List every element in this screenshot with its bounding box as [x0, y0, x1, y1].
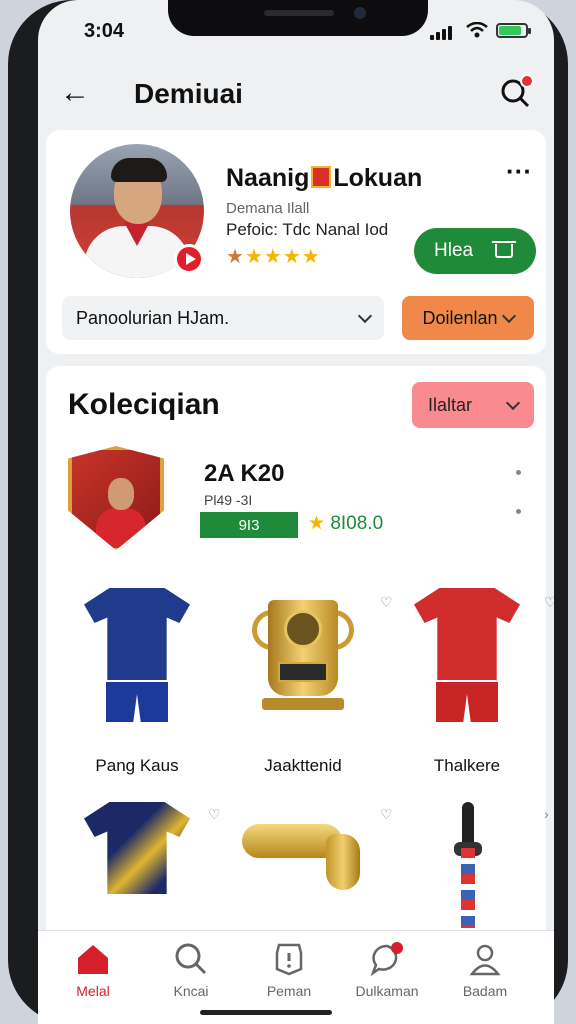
player-position: Pefoic: Tdc Nanal Iod	[226, 220, 389, 239]
favorite-icon[interactable]: ♡	[208, 806, 221, 823]
star-icon: ★	[226, 246, 245, 268]
screen: 3:04 ← Demiuai Naanig Lokuan ··· Demana …	[38, 0, 554, 1024]
tab-label: Melal	[76, 983, 110, 999]
cart-icon	[492, 241, 517, 258]
chevron-down-icon	[501, 308, 516, 323]
featured-card-rating: ★ 8I08.0	[308, 512, 383, 535]
back-arrow-icon[interactable]: ←	[60, 78, 90, 108]
player-name: Naanig Lokuan	[226, 164, 422, 193]
status-bar: 3:04	[38, 18, 554, 46]
tab-shield[interactable]: Peman	[244, 941, 334, 999]
favorite-icon[interactable]: ♡	[380, 594, 393, 611]
wifi-icon	[466, 22, 488, 38]
follow-button-label: Hlea	[434, 240, 474, 261]
battery-icon	[496, 23, 531, 38]
speaker	[264, 10, 334, 16]
tab-chat[interactable]: Dulkaman	[342, 941, 432, 999]
horn-icon	[242, 824, 372, 894]
featured-card-date: Pl49 -3I	[204, 492, 253, 508]
tag-value: 9I3	[238, 516, 260, 534]
tab-profile[interactable]: Badam	[440, 941, 530, 999]
download-select-label: Doilenlan	[422, 307, 498, 328]
chevron-down-icon	[357, 308, 373, 323]
player-subtitle: Demana Ilall	[226, 200, 310, 217]
tab-search[interactable]: Kncai	[146, 941, 236, 999]
jersey-icon	[414, 588, 520, 728]
player-name-last: Lokuan	[333, 164, 423, 192]
signal-icon	[430, 24, 452, 40]
home-icon	[78, 945, 108, 974]
collection-title: Koleciqian	[68, 388, 220, 421]
chevron-right-icon[interactable]: ›	[544, 806, 549, 822]
tab-label: Peman	[266, 983, 312, 999]
favorite-icon[interactable]: ♡	[380, 806, 393, 823]
kebab-menu-icon[interactable]	[516, 470, 522, 548]
rating-value: 8I08.0	[330, 513, 384, 534]
favorite-icon[interactable]: ♡	[544, 594, 554, 611]
collection-card: Koleciqian Ilaltar 2A K20 Pl49 -3I 9I3 ★…	[46, 366, 554, 1024]
featured-card-tag: 9I3	[200, 512, 298, 538]
tab-label: Kncai	[173, 983, 209, 999]
jersey-icon	[84, 588, 190, 728]
status-time: 3:04	[84, 20, 125, 42]
search-icon	[175, 943, 207, 975]
tab-label: Badam	[462, 983, 508, 999]
notification-search-icon[interactable]	[500, 74, 534, 110]
star-icon: ★	[282, 246, 302, 268]
shield-icon	[275, 943, 303, 976]
star-icon: ★	[244, 246, 264, 268]
filter-button-label: Ilaltar	[428, 394, 473, 415]
app-bar: ← Demiuai	[38, 60, 554, 130]
item-label: Pang Kaus	[95, 756, 179, 775]
play-icon[interactable]	[174, 244, 204, 274]
star-rating: ★★★★★	[226, 244, 321, 269]
player-name-first: Naanig	[226, 164, 310, 192]
trophy-icon	[252, 600, 354, 710]
featured-card-label: 2A K20	[204, 460, 285, 487]
club-flag-icon	[311, 166, 332, 188]
competition-select[interactable]: Panoolurian HJam.	[62, 296, 384, 340]
profile-icon	[469, 944, 501, 976]
filter-button[interactable]: Ilaltar	[412, 382, 534, 428]
more-options-icon[interactable]: ···	[506, 158, 532, 184]
tab-home[interactable]: Melal	[48, 941, 138, 999]
tab-label: Dulkaman	[355, 983, 419, 999]
star-icon: ★	[263, 246, 283, 268]
home-indicator[interactable]	[200, 1010, 332, 1015]
star-icon: ★	[308, 513, 326, 534]
item-label: Thalkere	[433, 756, 501, 775]
page-title: Demiuai	[134, 78, 243, 109]
competition-select-value: Panoolurian HJam.	[76, 307, 230, 328]
download-select[interactable]: Doilenlan	[402, 296, 534, 340]
chevron-down-icon	[505, 395, 521, 410]
scarf-stick-icon	[454, 802, 482, 928]
phone-frame: 3:04 ← Demiuai Naanig Lokuan ··· Demana …	[8, 0, 568, 1024]
notification-dot	[520, 74, 534, 88]
jersey-icon	[84, 802, 190, 942]
item-label: Jaakttenid	[264, 756, 342, 775]
follow-button[interactable]: Hlea	[414, 228, 536, 274]
star-icon: ★	[301, 246, 321, 268]
profile-card: Naanig Lokuan ··· Demana Ilall Pefoic: Td…	[46, 130, 546, 354]
chat-icon	[370, 942, 403, 977]
player-badge-card[interactable]	[68, 446, 164, 550]
